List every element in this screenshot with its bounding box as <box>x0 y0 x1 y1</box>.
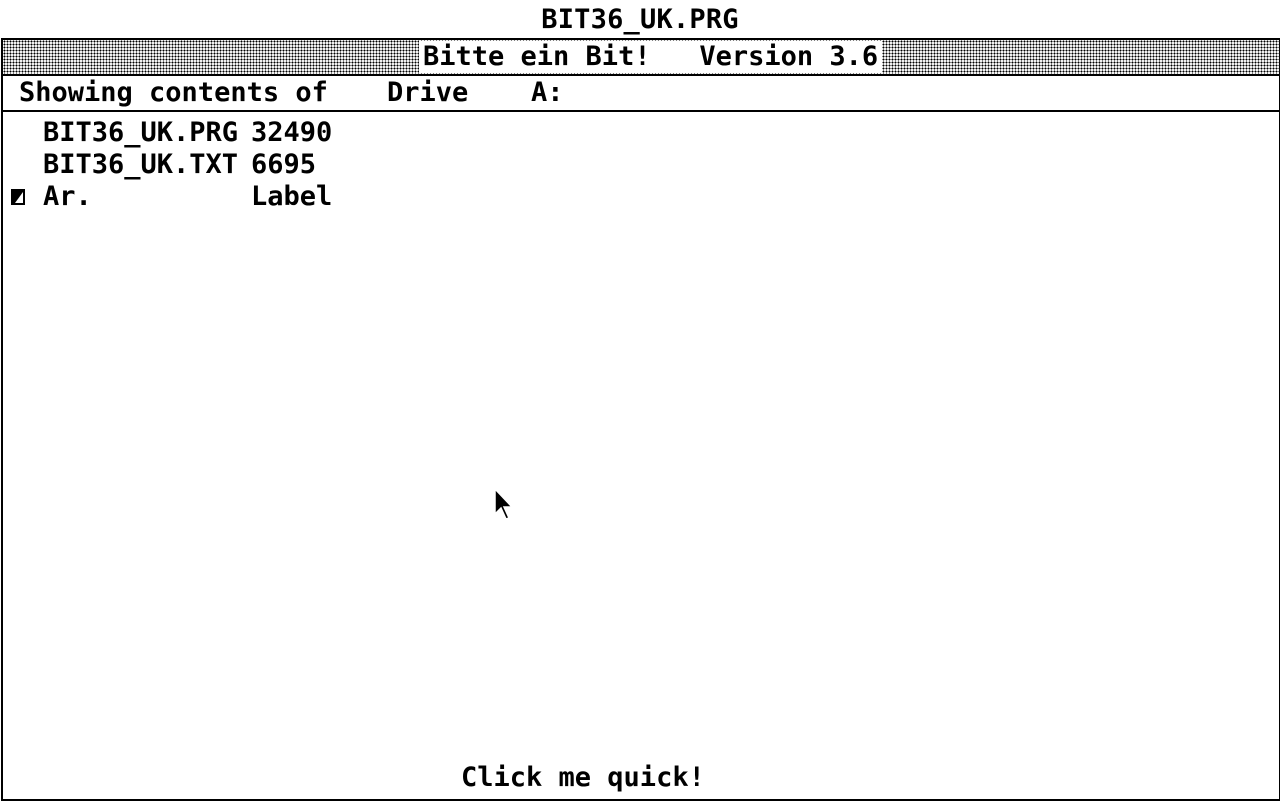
file-row[interactable]: Ar. Label <box>3 181 603 213</box>
file-row[interactable]: BIT36_UK.TXT 6695 <box>3 149 603 181</box>
drive-value[interactable]: A: <box>531 77 564 109</box>
window-title: Bitte ein Bit! Version 3.6 <box>419 41 883 73</box>
file-size: 6695 <box>251 149 317 180</box>
folder-marker-icon <box>11 189 25 205</box>
file-row[interactable]: BIT36_UK.PRG 32490 <box>3 117 603 149</box>
main-window[interactable]: Bitte ein Bit! Version 3.6 Showing conte… <box>1 38 1280 801</box>
window-title-bar[interactable]: Bitte ein Bit! Version 3.6 <box>3 40 1279 76</box>
file-name: BIT36_UK.TXT <box>43 149 239 180</box>
file-name: BIT36_UK.PRG <box>43 117 239 148</box>
file-name: Ar. <box>43 181 92 212</box>
drive-label: Drive <box>387 77 469 108</box>
arrow-pointer-icon <box>494 488 514 520</box>
file-size: 32490 <box>251 117 333 148</box>
file-size: Label <box>251 181 333 212</box>
drive-info-bar: Showing contents of Drive A: <box>3 76 1279 112</box>
showing-contents-label: Showing contents of <box>19 77 328 108</box>
app-title: BIT36_UK.PRG <box>541 4 739 35</box>
click-me-button[interactable]: Click me quick! <box>461 762 705 794</box>
